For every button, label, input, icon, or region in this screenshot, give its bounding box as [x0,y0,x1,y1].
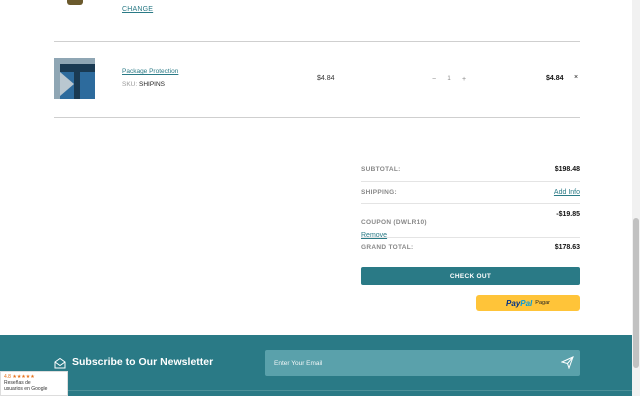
checkout-button[interactable]: CHECK OUT [361,267,580,285]
paypal-logo-pal: Pal [520,298,533,308]
scrollbar-thumb[interactable] [633,218,639,368]
unit-price: $4.84 [317,75,335,82]
paypal-logo: PayPal [506,299,532,308]
paypal-button[interactable]: PayPal Pagar [476,295,580,311]
qty-decrease-button[interactable]: − [428,76,440,83]
grand-total-value: $178.63 [554,244,580,251]
line-total: $4.84 [546,75,564,82]
subtotal-label: SUBTOTAL: [361,166,401,173]
package-logo-icon [54,58,95,99]
shipping-label: SHIPPING: [361,189,397,196]
qty-value[interactable]: 1 [443,76,455,82]
remove-coupon-link[interactable]: Remove [361,232,427,239]
previous-product-image [67,0,83,5]
google-reviews-badge[interactable]: 4.8 ★★★★★ Reseñas de usuarios en Google [0,371,68,396]
subtotal-row: SUBTOTAL: $198.48 [361,160,580,182]
order-summary: SUBTOTAL: $198.48 SHIPPING: Add Info COU… [361,160,580,260]
google-badge-line2: usuarios en Google [4,386,48,392]
package-protection-image[interactable] [54,58,95,99]
remove-item-button[interactable]: × [574,74,578,81]
sku-value: SHIPINS [138,81,165,88]
product-name-link[interactable]: Package Protection [122,68,178,75]
qty-increase-button[interactable]: + [458,76,470,83]
change-link[interactable]: CHANGE [122,6,153,13]
coupon-value: -$19.85 [556,211,580,218]
send-icon[interactable] [561,356,574,369]
quantity-stepper[interactable]: − 1 + [428,72,470,86]
sku-label: SKU: [122,81,138,88]
newsletter-email-input[interactable] [265,350,580,376]
grand-total-row: GRAND TOTAL: $178.63 [361,238,580,260]
grand-total-label: GRAND TOTAL: [361,244,414,251]
divider [54,41,580,42]
subtotal-value: $198.48 [554,166,580,173]
envelope-icon [54,357,66,369]
coupon-label: COUPON (DWLR10) [361,219,427,226]
newsletter-title: Subscribe to Our Newsletter [72,356,214,368]
paypal-logo-pay: Pay [506,298,521,308]
product-sku: SKU: SHIPINS [122,81,165,88]
add-shipping-info-link[interactable]: Add Info [554,189,580,196]
coupon-row: COUPON (DWLR10) Remove -$19.85 [361,204,580,239]
shipping-row: SHIPPING: Add Info [361,182,580,204]
paypal-pay-text: Pagar [535,300,550,306]
footer-divider [0,390,632,391]
divider [54,117,580,118]
